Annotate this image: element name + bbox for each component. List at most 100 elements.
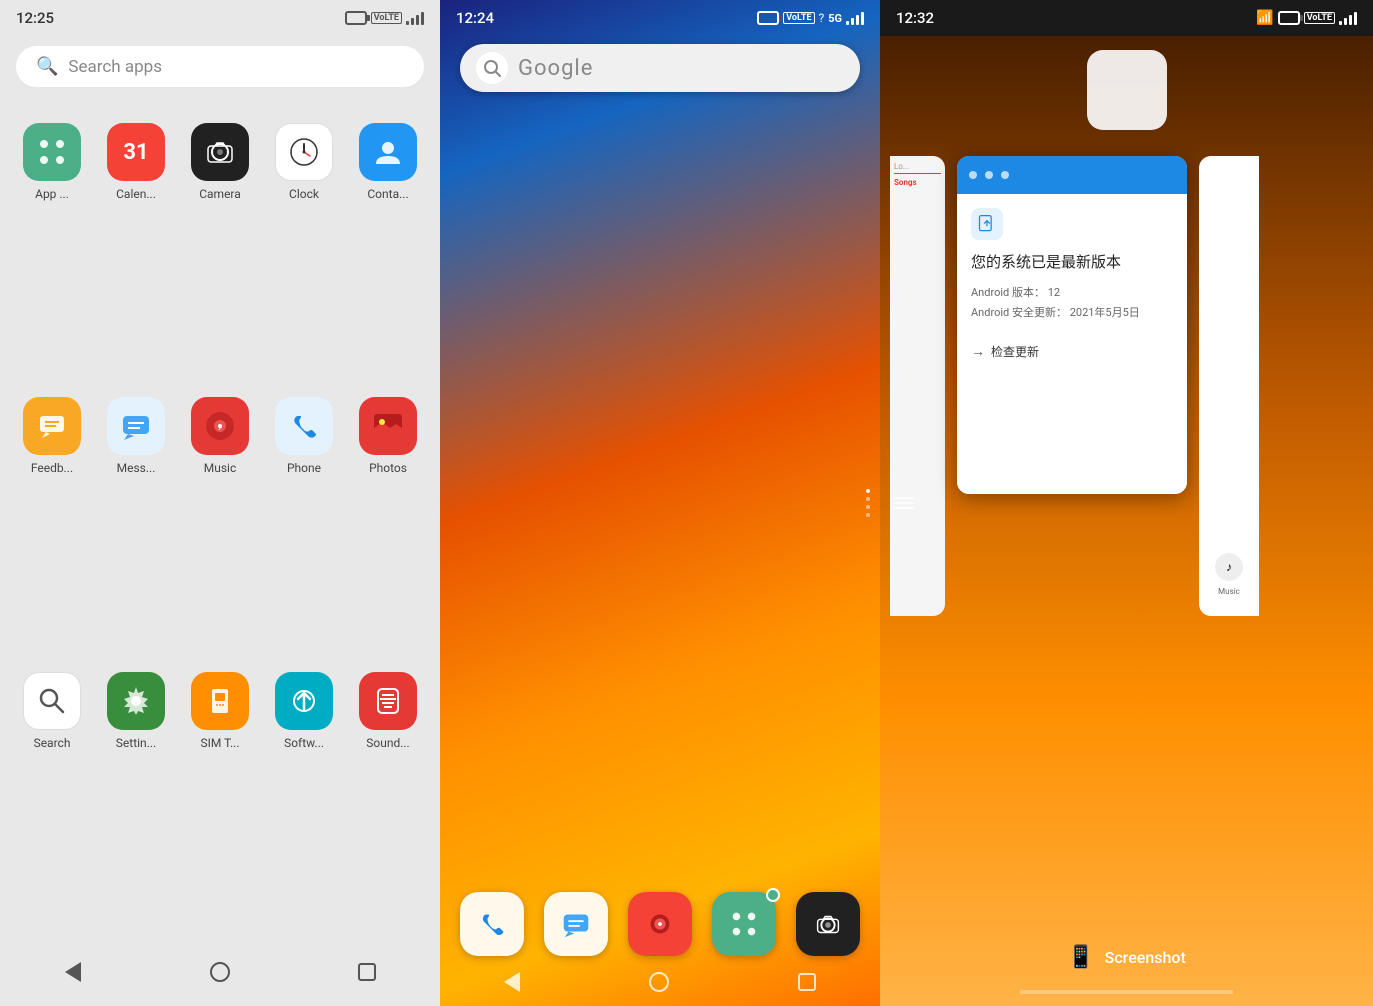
app-label-clock: Clock <box>289 187 319 201</box>
settings-update-title: 您的系统已是最新版本 <box>971 252 1173 273</box>
panel-recents: 12:32 📶 VoLTE Lo... Songs <box>880 0 1373 1006</box>
back-icon-p2 <box>504 972 520 992</box>
app-item-phone[interactable]: Phone <box>262 387 346 661</box>
dock-icon-camera[interactable] <box>796 892 860 956</box>
app-icon-feedback <box>23 397 81 455</box>
dock-badge <box>766 888 780 902</box>
battery-icon <box>345 11 367 25</box>
app-icon-music: ♪ <box>191 397 249 455</box>
app-item-music[interactable]: ♪ Music <box>178 387 262 661</box>
dock-icon-messages[interactable] <box>544 892 608 956</box>
app-item-photos[interactable]: Photos <box>346 387 430 661</box>
app-icon-simt <box>191 672 249 730</box>
volte-badge-p3: VoLTE <box>1304 12 1335 24</box>
home-dock <box>440 892 880 956</box>
partial-right-card[interactable]: ♪ Music <box>1199 156 1259 616</box>
app-label-simt: SIM T... <box>201 736 240 750</box>
dock-icon-photos[interactable] <box>628 892 692 956</box>
recents-cards-area: Lo... Songs 您的系统已是最新版本 Andro <box>880 36 1373 616</box>
app-item-sound[interactable]: Sound... <box>346 662 430 936</box>
settings-header-dot3 <box>1001 171 1009 179</box>
app-item-calendar[interactable]: 31 Calen... <box>94 113 178 387</box>
app-item-software[interactable]: Softw... <box>262 662 346 936</box>
status-icons-panel2: VoLTE ? 5G <box>757 11 864 25</box>
app-item-applist[interactable]: App ... <box>10 113 94 387</box>
dock-icon-applist[interactable] <box>712 892 776 956</box>
google-placeholder: Google <box>518 56 593 81</box>
signal-bar-1 <box>406 21 409 25</box>
nav-back-btn-p2[interactable] <box>504 972 520 992</box>
app-label-music: Music <box>204 461 236 475</box>
sb3-p3 <box>1349 15 1352 25</box>
app-item-camera[interactable]: Camera <box>178 113 262 387</box>
screenshot-label: Screenshot <box>1105 948 1186 967</box>
list-line-3 <box>894 507 914 509</box>
scroll-dot-3 <box>866 505 870 509</box>
scroll-dot-1 <box>866 489 870 493</box>
list-menu-icon[interactable] <box>894 497 914 509</box>
recent-card-settings[interactable]: 您的系统已是最新版本 Android 版本： 12 Android 安全更新： … <box>957 156 1187 494</box>
app-item-feedback[interactable]: Feedb... <box>10 387 94 661</box>
time-panel1: 12:25 <box>16 9 54 27</box>
recents-icon-p2 <box>798 973 816 991</box>
app-icon-search <box>23 672 81 730</box>
google-search-bar[interactable]: Google <box>460 44 860 92</box>
app-label-camera: Camera <box>199 187 241 201</box>
wifi-icon-p3: 📶 <box>1256 10 1273 26</box>
app-grid: App ... 31 Calen... Camera <box>0 103 440 946</box>
app-item-clock[interactable]: Clock <box>262 113 346 387</box>
app-label-phone: Phone <box>287 461 321 475</box>
status-bar-panel2: 12:24 VoLTE ? 5G <box>440 0 880 36</box>
app-icon-clock <box>275 123 333 181</box>
volte-badge: VoLTE <box>371 12 402 24</box>
status-bar-panel3: 12:32 📶 VoLTE <box>880 0 1373 36</box>
nav-home-btn-p2[interactable] <box>649 972 669 992</box>
status-icons-panel3: 📶 VoLTE <box>1256 10 1357 26</box>
signal-bar-3 <box>416 15 419 25</box>
wifi-icon-p2: ? <box>819 11 825 25</box>
screenshot-button[interactable]: 📱 Screenshot <box>880 925 1373 990</box>
partial-songs-tab: Songs <box>894 178 941 187</box>
nav-recents-btn[interactable] <box>352 957 382 987</box>
app-label-settings: Settin... <box>116 736 156 750</box>
arrow-icon: → <box>971 343 985 360</box>
signal-bar-1-p2 <box>846 21 849 25</box>
partial-search-text: Lo... <box>894 162 941 174</box>
svg-text:♪: ♪ <box>218 422 223 433</box>
app-label-software: Softw... <box>284 736 324 750</box>
signal-bar-4 <box>421 12 424 25</box>
music-label-right: Music <box>1218 587 1240 596</box>
dock-icon-phone[interactable] <box>460 892 524 956</box>
app-item-contacts[interactable]: Conta... <box>346 113 430 387</box>
signal-bar-2 <box>411 18 414 25</box>
app-label-messages: Mess... <box>117 461 156 475</box>
app-label-photos: Photos <box>369 461 407 475</box>
app-icon-settings <box>107 672 165 730</box>
check-update-label: 检查更新 <box>991 343 1039 360</box>
signal-bar-3-p2 <box>856 15 859 25</box>
app-icon-photos <box>359 397 417 455</box>
app-item-settings[interactable]: Settin... <box>94 662 178 936</box>
app-icon-applist <box>23 123 81 181</box>
app-item-simt[interactable]: SIM T... <box>178 662 262 936</box>
partial-left-card[interactable]: Lo... Songs <box>890 156 945 616</box>
screenshot-divider <box>1020 990 1233 994</box>
app-label-search: Search <box>34 736 71 750</box>
google-search-icon <box>476 52 508 84</box>
scroll-dot-2 <box>866 497 870 501</box>
nav-recents-btn-p2[interactable] <box>798 973 816 991</box>
status-icons-panel1: VoLTE <box>345 11 424 25</box>
list-line-2 <box>894 502 914 504</box>
sb1-p3 <box>1339 21 1342 25</box>
search-bar[interactable]: 🔍 Search apps <box>16 46 424 87</box>
app-label-calendar: Calen... <box>116 187 156 201</box>
app-icon-software <box>275 672 333 730</box>
settings-check-update[interactable]: → 检查更新 <box>971 343 1173 360</box>
app-item-messages[interactable]: Mess... <box>94 387 178 661</box>
nav-back-btn[interactable] <box>58 957 88 987</box>
volte-badge-p2: VoLTE <box>783 12 814 24</box>
app-item-search[interactable]: Search <box>10 662 94 936</box>
nav-home-btn[interactable] <box>205 957 235 987</box>
settings-card-header <box>957 156 1187 194</box>
home-wallpaper <box>440 0 880 1006</box>
